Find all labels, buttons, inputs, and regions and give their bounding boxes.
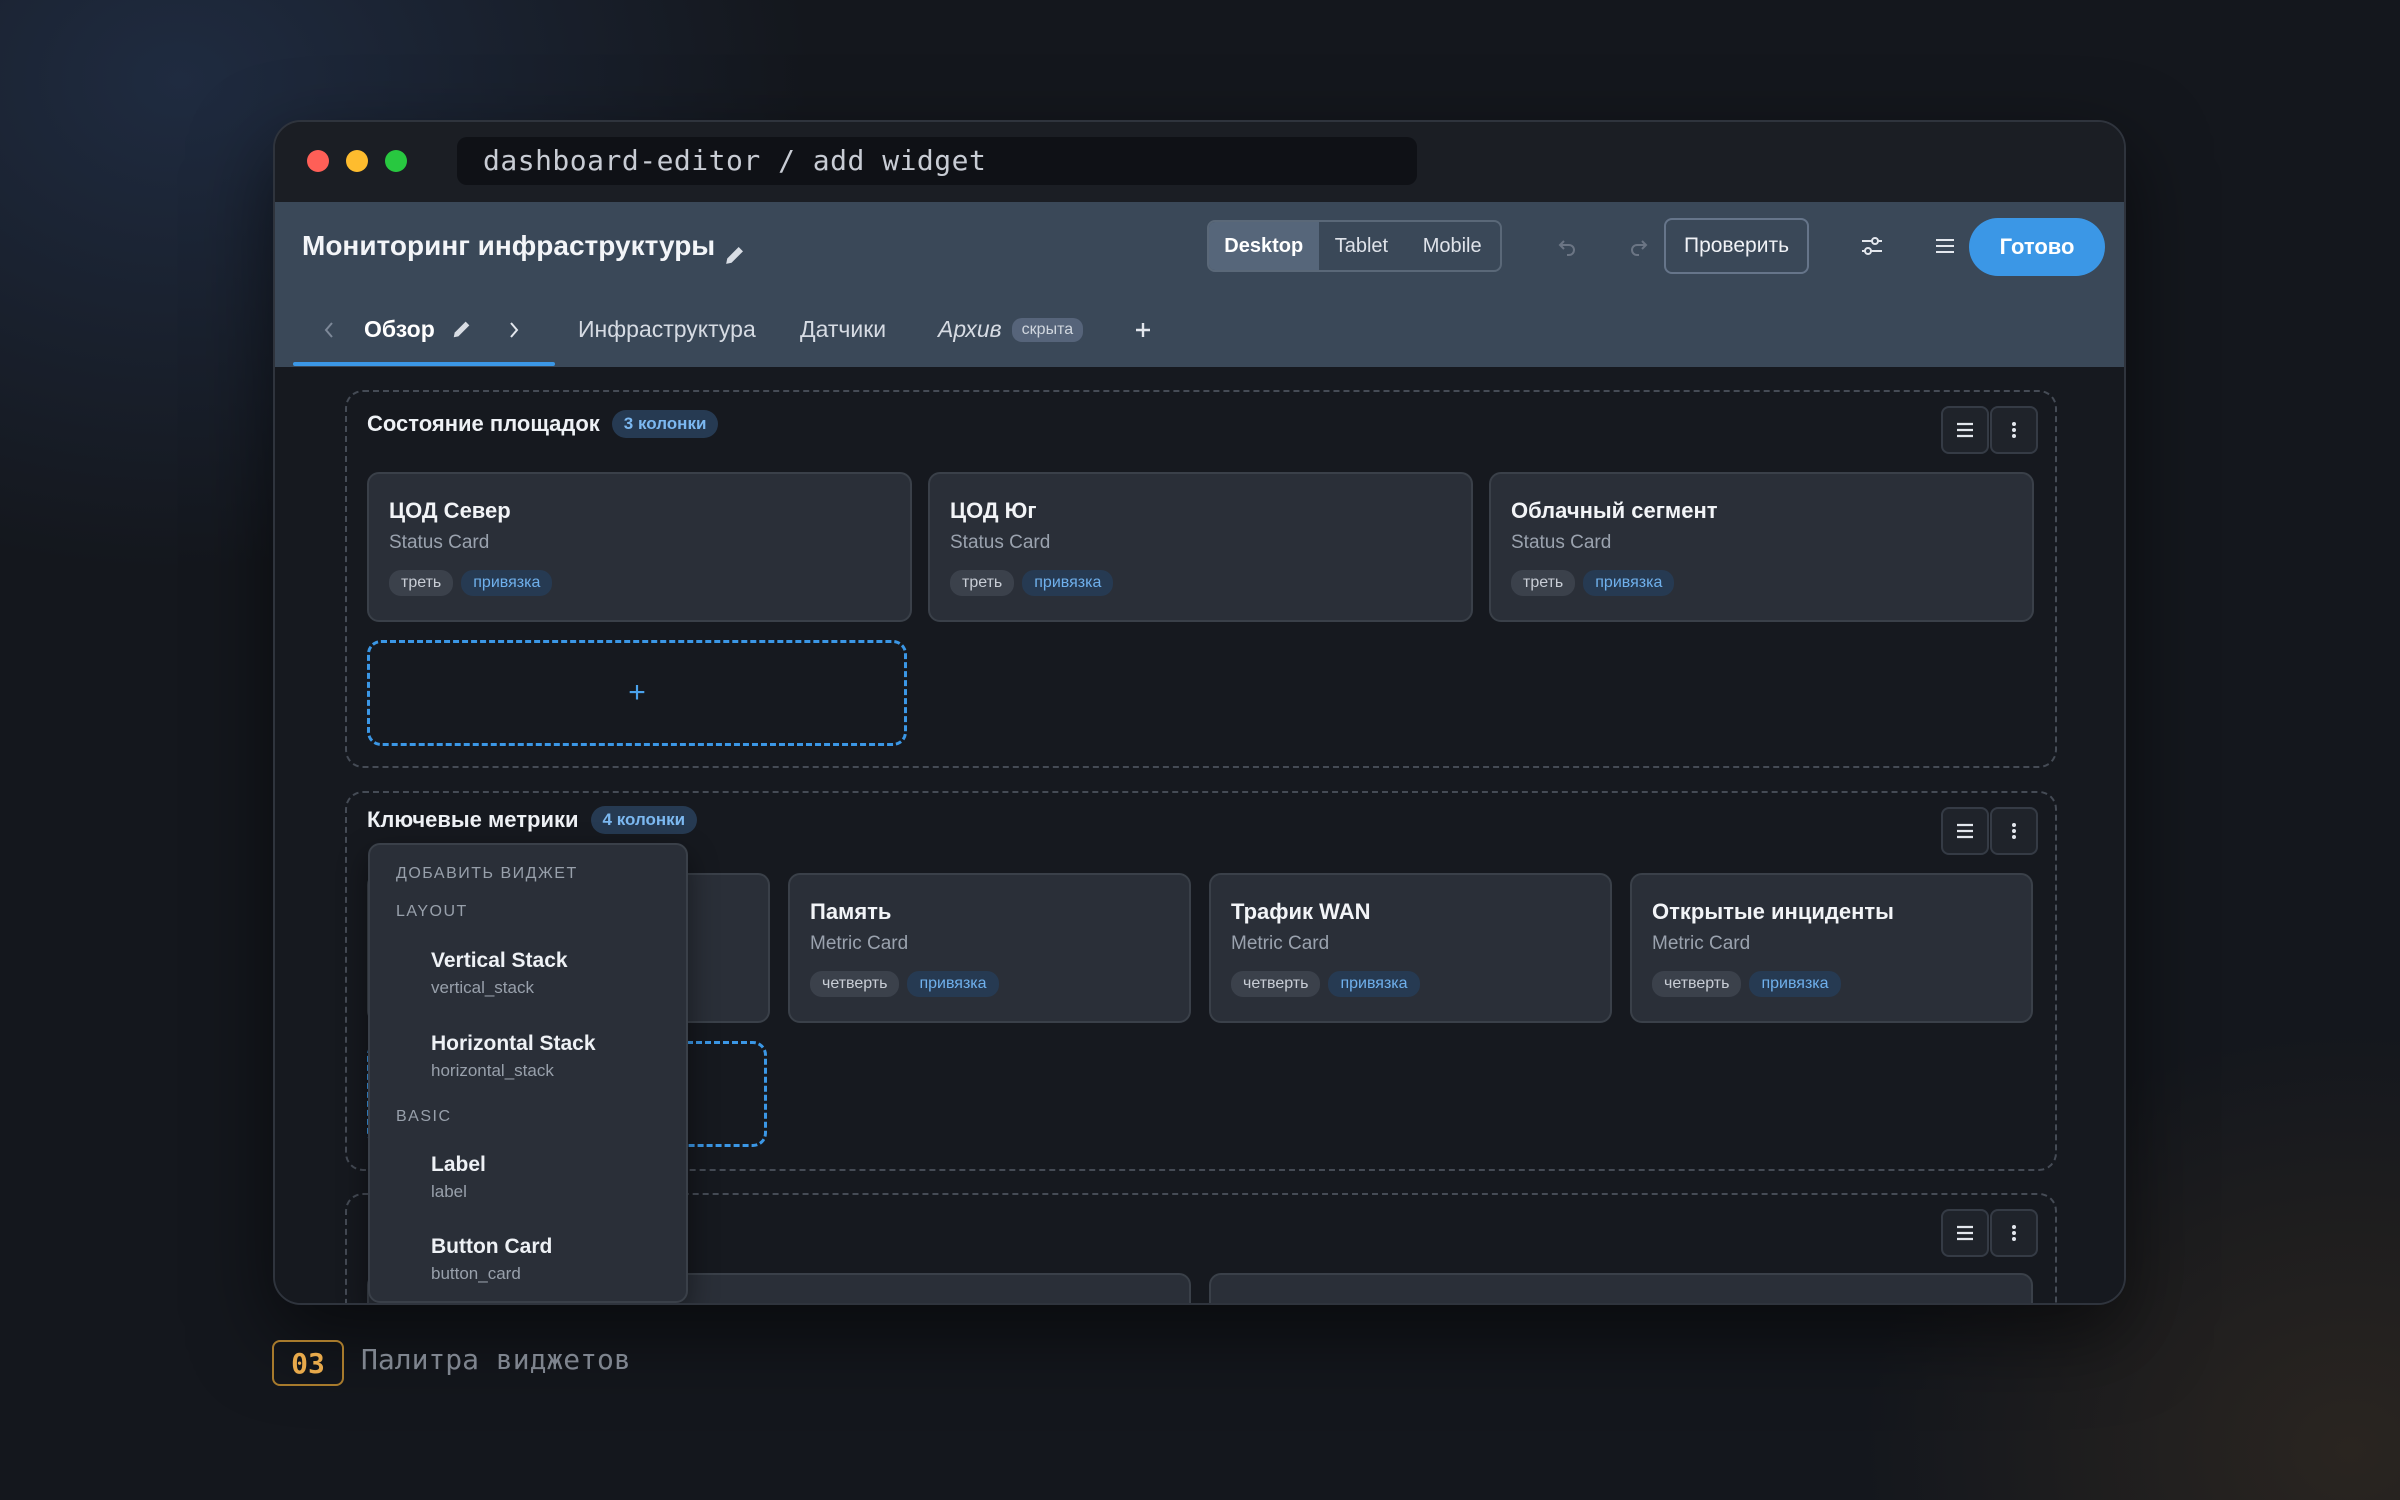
view-tabs: Обзор Инфраструктура Датчики Архив скрыт…	[275, 292, 2124, 367]
page-title: Мониторинг инфраструктуры	[302, 230, 716, 261]
minimize-window-button[interactable]	[346, 150, 368, 172]
close-window-button[interactable]	[307, 150, 329, 172]
tab-archive-label: Архив	[938, 316, 1002, 342]
edit-tab-icon[interactable]	[451, 318, 473, 340]
sliders-icon	[1862, 237, 1882, 255]
dashboard-canvas	[275, 367, 2124, 1303]
tab-sensors[interactable]: Датчики	[800, 292, 886, 367]
tab-next-button[interactable]	[505, 292, 523, 367]
editor-window: dashboard-editor / add widget Мониторинг…	[273, 120, 2126, 1305]
done-button[interactable]: Готово	[1969, 218, 2105, 276]
check-button[interactable]: Проверить	[1664, 218, 1809, 274]
dashboard-header: Мониторинг инфраструктуры Desktop Tablet…	[275, 202, 2124, 367]
settings-button[interactable]	[1852, 226, 1892, 266]
title-bar: dashboard-editor / add widget	[275, 122, 2124, 202]
tab-archive[interactable]: Архив скрыта	[938, 292, 1084, 367]
address-bar: dashboard-editor / add widget	[457, 137, 1417, 185]
menu-icon	[1936, 239, 1954, 253]
device-tablet-button[interactable]: Tablet	[1319, 222, 1405, 270]
device-desktop-button[interactable]: Desktop	[1209, 222, 1319, 270]
undo-icon	[1558, 240, 1575, 256]
menu-button[interactable]	[1925, 226, 1965, 266]
undo-button[interactable]	[1547, 226, 1587, 266]
add-tab-button[interactable]	[1133, 292, 1153, 367]
active-tab-indicator	[293, 362, 555, 366]
device-switcher: Desktop Tablet Mobile	[1207, 220, 1502, 272]
tab-prev-button[interactable]	[320, 292, 338, 367]
hidden-badge: скрыта	[1011, 317, 1084, 342]
tab-infrastructure[interactable]: Инфраструктура	[578, 292, 756, 367]
plus-icon	[1136, 322, 1150, 337]
chevron-right-icon	[510, 321, 519, 338]
redo-icon	[1631, 240, 1648, 256]
step-number: 03	[272, 1340, 344, 1386]
step-caption: Палитра виджетов	[361, 1343, 631, 1376]
maximize-window-button[interactable]	[385, 150, 407, 172]
device-mobile-button[interactable]: Mobile	[1404, 222, 1500, 270]
tab-overview[interactable]: Обзор	[364, 292, 435, 367]
chevron-left-icon	[324, 321, 333, 338]
edit-title-icon[interactable]	[724, 244, 746, 266]
redo-button[interactable]	[1619, 226, 1659, 266]
